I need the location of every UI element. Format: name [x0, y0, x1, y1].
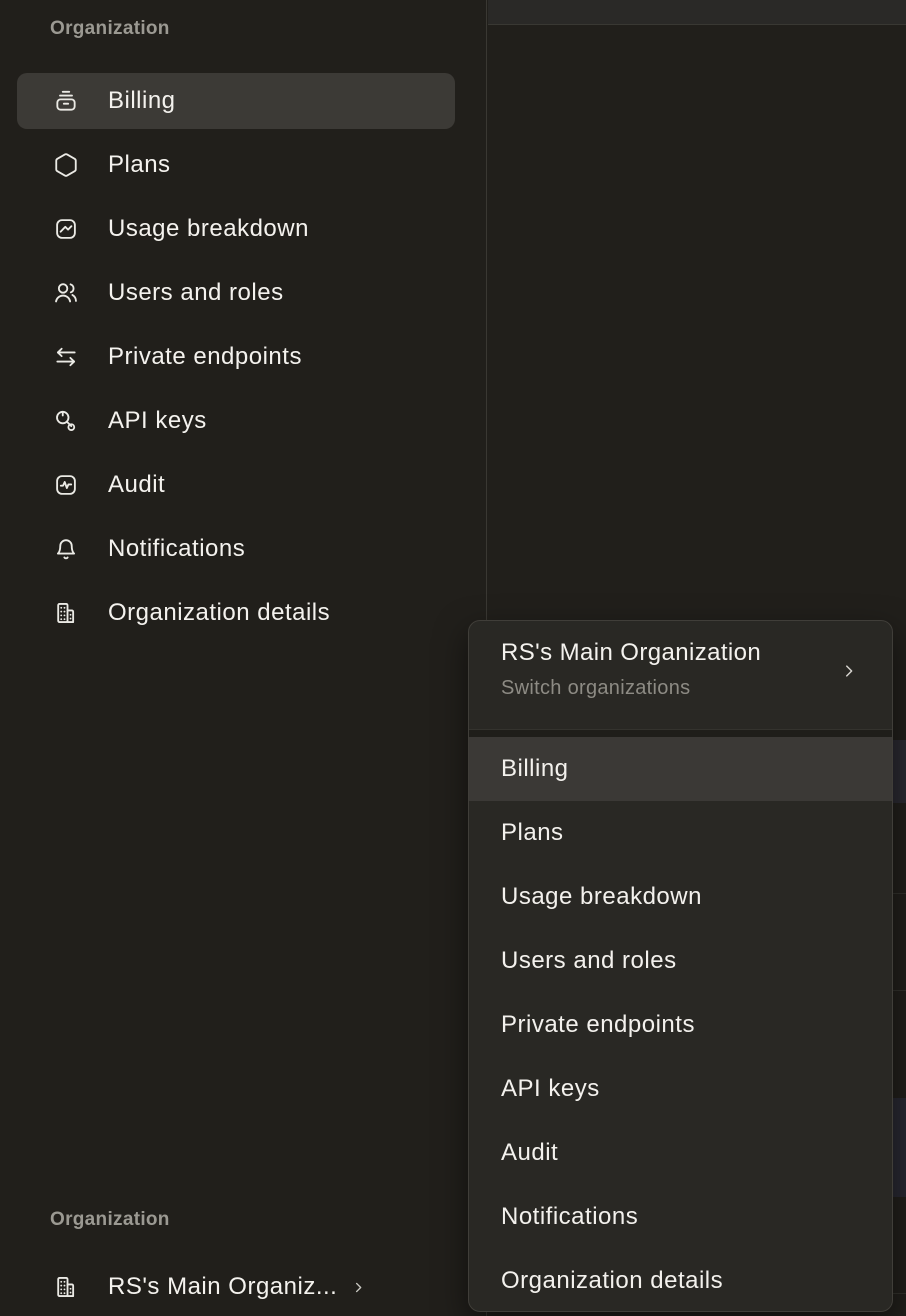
hexagon-icon — [53, 152, 79, 178]
sidebar-item-notifications[interactable]: Notifications — [17, 517, 455, 581]
popup-divider — [469, 729, 892, 737]
sidebar-footer-section-label: Organization — [50, 1208, 170, 1232]
sidebar-item-label: Audit — [108, 471, 165, 499]
popup-org-subtitle: Switch organizations — [501, 675, 832, 701]
sidebar-item-plans[interactable]: Plans — [17, 133, 455, 197]
audit-activity-icon — [53, 472, 79, 498]
sidebar-item-api-keys[interactable]: API keys — [17, 389, 455, 453]
sidebar-item-label: API keys — [108, 407, 207, 435]
popup-item-audit[interactable]: Audit — [469, 1121, 892, 1185]
sidebar-org-switcher-label: RS's Main Organiz... — [108, 1273, 337, 1301]
popup-item-usage-breakdown[interactable]: Usage breakdown — [469, 865, 892, 929]
popup-item-users-and-roles[interactable]: Users and roles — [469, 929, 892, 993]
popup-org-title: RS's Main Organization — [501, 637, 832, 669]
popup-item-notifications[interactable]: Notifications — [469, 1185, 892, 1249]
chevron-right-icon — [840, 662, 858, 680]
usage-chart-icon — [53, 216, 79, 242]
sidebar-item-organization-details[interactable]: Organization details — [17, 581, 455, 645]
billing-archive-icon — [53, 88, 79, 114]
main-topbar — [488, 0, 906, 25]
sidebar-item-label: Usage breakdown — [108, 215, 309, 243]
sidebar-item-label: Notifications — [108, 535, 245, 563]
sidebar-item-billing[interactable]: Billing — [17, 73, 455, 129]
sidebar-item-label: Private endpoints — [108, 343, 302, 371]
sidebar-item-users-and-roles[interactable]: Users and roles — [17, 261, 455, 325]
users-icon — [53, 280, 79, 306]
sidebar-org-switcher[interactable]: RS's Main Organiz... — [17, 1255, 455, 1316]
bell-icon — [53, 536, 79, 562]
sidebar-item-audit[interactable]: Audit — [17, 453, 455, 517]
building-icon — [53, 1274, 79, 1300]
popup-org-header[interactable]: RS's Main Organization Switch organizati… — [469, 621, 892, 729]
keys-icon — [53, 408, 79, 434]
popup-item-organization-details[interactable]: Organization details — [469, 1249, 892, 1312]
sidebar-section-label: Organization — [50, 17, 170, 41]
popup-item-plans[interactable]: Plans — [469, 801, 892, 865]
org-menu-popup: RS's Main Organization Switch organizati… — [468, 620, 893, 1312]
popup-menu: Billing Plans Usage breakdown Users and … — [469, 737, 892, 1312]
sidebar: Organization Billing Pl — [0, 0, 487, 1316]
sidebar-item-label: Organization details — [108, 599, 330, 627]
sidebar-item-private-endpoints[interactable]: Private endpoints — [17, 325, 455, 389]
popup-item-billing[interactable]: Billing — [469, 737, 892, 801]
arrows-swap-icon — [53, 344, 79, 370]
popup-item-api-keys[interactable]: API keys — [469, 1057, 892, 1121]
sidebar-item-usage-breakdown[interactable]: Usage breakdown — [17, 197, 455, 261]
popup-item-private-endpoints[interactable]: Private endpoints — [469, 993, 892, 1057]
sidebar-item-label: Plans — [108, 151, 171, 179]
sidebar-item-label: Billing — [108, 87, 176, 115]
sidebar-nav: Billing Plans Usage breakdown — [17, 69, 455, 645]
app-root: Organization Billing Pl — [0, 0, 906, 1316]
sidebar-item-label: Users and roles — [108, 279, 284, 307]
chevron-right-icon — [351, 1280, 366, 1295]
building-icon — [53, 600, 79, 626]
